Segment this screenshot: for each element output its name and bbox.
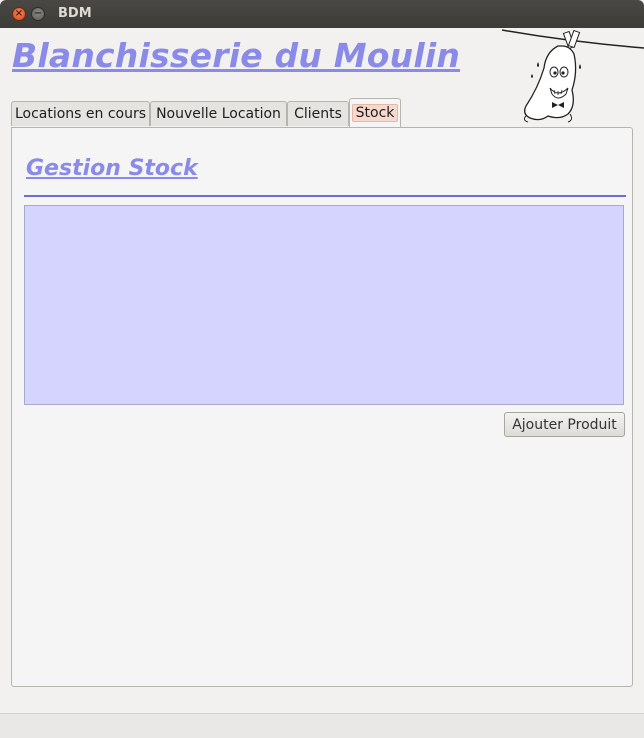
section-divider [24, 195, 626, 197]
laundry-mascot-icon [501, 29, 644, 123]
app-window: × − BDM Blanchisserie du Moulin Location… [0, 0, 644, 738]
add-product-button[interactable]: Ajouter Produit [504, 412, 625, 437]
tab-label: Stock [351, 104, 399, 122]
stock-list-area[interactable] [24, 205, 624, 405]
tab-label: Nouvelle Location [156, 106, 281, 122]
tab-clients[interactable]: Clients [287, 101, 349, 126]
tab-label: Locations en cours [14, 106, 147, 122]
close-button[interactable]: × [12, 7, 26, 21]
window-title: BDM [58, 6, 92, 21]
tab-label: Clients [294, 106, 342, 122]
close-icon: × [14, 8, 24, 19]
app-title: Blanchisserie du Moulin [12, 36, 461, 75]
minimize-icon: − [33, 8, 43, 19]
tab-stock[interactable]: Stock [349, 98, 401, 128]
stock-panel: Gestion Stock Ajouter Produit [11, 127, 633, 687]
title-bar[interactable]: × − BDM [0, 0, 644, 28]
section-title: Gestion Stock [26, 156, 198, 181]
tab-nouvelle-location[interactable]: Nouvelle Location [150, 101, 287, 126]
status-bar [0, 713, 644, 738]
tab-locations-en-cours[interactable]: Locations en cours [11, 101, 150, 126]
minimize-button[interactable]: − [31, 7, 45, 21]
